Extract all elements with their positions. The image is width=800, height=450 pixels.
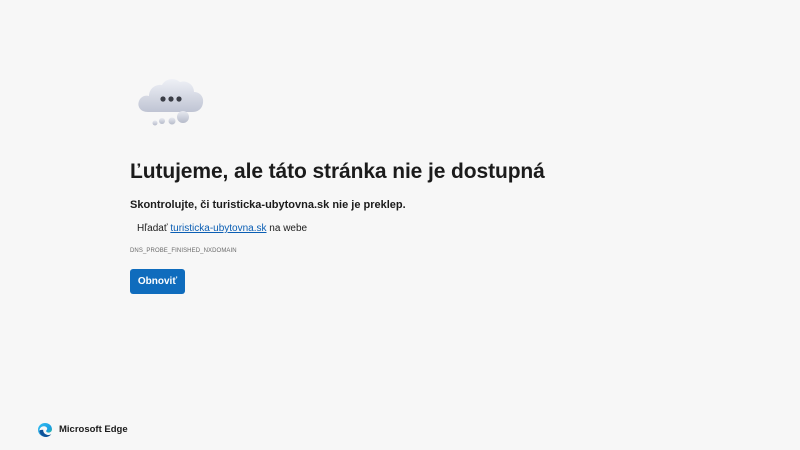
page-title: Ľutujeme, ale táto stránka nie je dostup…	[130, 160, 545, 183]
cloud-thinking-icon	[138, 79, 204, 126]
brand: Microsoft Edge	[37, 421, 128, 438]
search-suffix: na webe	[269, 223, 308, 234]
search-prefix: Hľadať	[137, 223, 168, 234]
microsoft-edge-icon	[38, 422, 52, 437]
search-link[interactable]: turisticka-ubytovna.sk	[170, 223, 266, 234]
reload-button[interactable]: Obnoviť	[130, 269, 185, 294]
brand-name: Microsoft Edge	[59, 424, 128, 435]
error-code: DNS_PROBE_FINISHED_NXDOMAIN	[130, 248, 237, 254]
typo-check-message: Skontrolujte, či turisticka-ubytovna.sk …	[130, 199, 406, 211]
search-suggestion: Hľadať turisticka-ubytovna.sk na webe	[137, 223, 307, 234]
error-page: Ľutujeme, ale táto stránka nie je dostup…	[0, 0, 800, 450]
